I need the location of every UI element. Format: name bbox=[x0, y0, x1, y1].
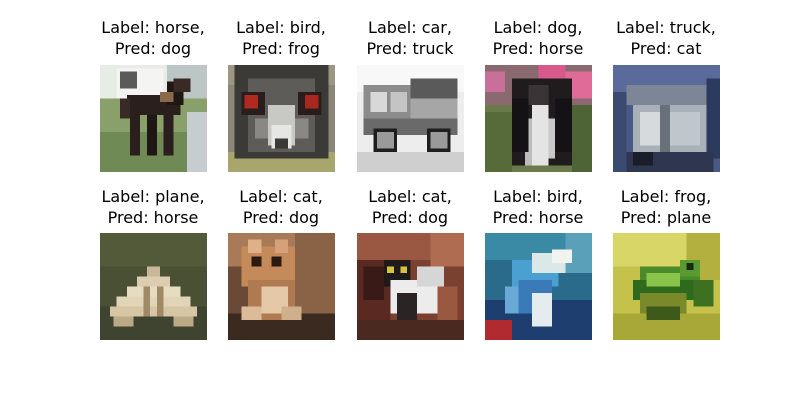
horse-photo bbox=[100, 65, 207, 172]
bird-photo bbox=[228, 65, 335, 172]
sample-caption: Label: truck, Pred: cat bbox=[586, 17, 746, 59]
sample-caption: Label: frog, Pred: plane bbox=[586, 186, 746, 228]
car-photo bbox=[357, 65, 464, 172]
label-text: Label: truck, bbox=[616, 18, 716, 37]
dog-photo bbox=[485, 65, 592, 172]
cat-photo bbox=[228, 233, 335, 340]
label-text: Label: frog, bbox=[620, 187, 712, 206]
frog-photo bbox=[613, 233, 720, 340]
prediction-text: Pred: cat bbox=[630, 39, 702, 58]
bird-photo bbox=[485, 233, 592, 340]
plane-photo bbox=[100, 233, 207, 340]
cat-photo bbox=[357, 233, 464, 340]
prediction-text: Pred: plane bbox=[620, 208, 712, 227]
sample-grid: Label: horse, Pred: dog Label: bird, Pre… bbox=[0, 0, 800, 400]
truck-photo bbox=[613, 65, 720, 172]
